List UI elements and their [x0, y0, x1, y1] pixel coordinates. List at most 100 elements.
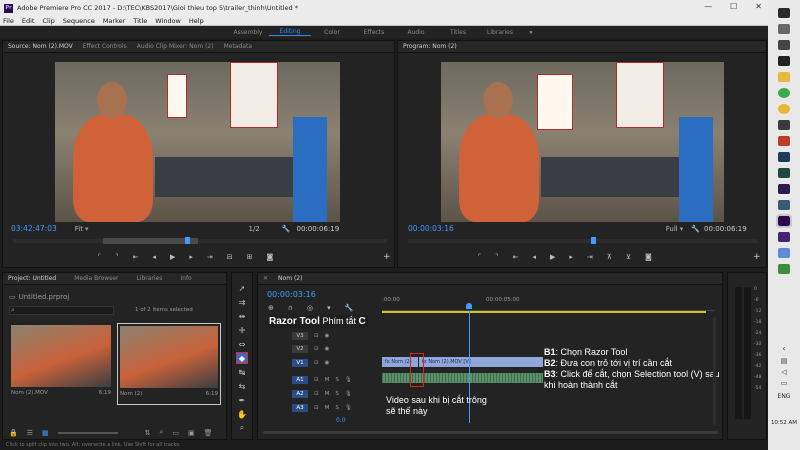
workspace-audio[interactable]: Audio: [395, 29, 437, 36]
battery-icon[interactable]: ▭: [781, 379, 788, 387]
source-fit-select[interactable]: Fit: [75, 225, 83, 233]
new-item-icon[interactable]: ▣: [188, 429, 195, 437]
playhead-icon[interactable]: [466, 303, 472, 309]
ripple-edit-tool-icon[interactable]: ⇹: [237, 311, 247, 321]
sync-lock-icon[interactable]: ⊡: [314, 360, 319, 366]
go-to-in-icon[interactable]: ⇤: [513, 253, 519, 261]
solo-icon[interactable]: S: [335, 391, 339, 397]
menu-marker[interactable]: Marker: [103, 17, 125, 25]
source-video-frame[interactable]: [55, 62, 340, 222]
workspace-titles[interactable]: Titles: [437, 29, 479, 36]
add-button[interactable]: +: [753, 252, 761, 262]
sync-lock-icon[interactable]: ⊡: [314, 405, 319, 411]
project-item-selected[interactable]: Nom (2) 6:19: [117, 323, 221, 405]
mic-icon[interactable]: 🎙: [345, 405, 352, 411]
slip-tool-icon[interactable]: ↹: [237, 367, 247, 377]
track-label[interactable]: V1: [292, 358, 308, 367]
track-label[interactable]: A2: [292, 389, 308, 398]
tab-audio-clip-mixer[interactable]: Audio Clip Mixer: Nom (2): [137, 43, 214, 50]
sync-lock-icon[interactable]: ⊡: [314, 377, 319, 383]
trash-icon[interactable]: 🗑: [204, 429, 213, 437]
menu-file[interactable]: File: [3, 17, 14, 25]
add-button[interactable]: +: [383, 252, 391, 262]
overwrite-icon[interactable]: ⊞: [247, 253, 253, 261]
playhead-icon[interactable]: [185, 237, 190, 244]
maximize-button[interactable]: ☐: [730, 2, 737, 11]
work-area-bar[interactable]: [382, 311, 706, 313]
razor-tool-icon[interactable]: ◆: [236, 352, 248, 364]
app-icon[interactable]: [778, 120, 790, 130]
vertical-scrollbar[interactable]: [713, 317, 716, 425]
tab-info[interactable]: Info: [180, 275, 191, 282]
play-icon[interactable]: ▶: [170, 253, 175, 261]
sync-lock-icon[interactable]: ⊡: [314, 346, 319, 352]
track-select-tool-icon[interactable]: ⇉: [237, 297, 247, 307]
chrome-icon[interactable]: [778, 88, 790, 98]
workspace-more-button[interactable]: »: [521, 29, 541, 36]
tab-media-browser[interactable]: Media Browser: [74, 275, 118, 282]
track-label[interactable]: A1: [292, 375, 308, 384]
video-clip-right[interactable]: fx Nom (2).MOV [V]: [419, 357, 543, 367]
wrench-icon[interactable]: 🔧: [282, 225, 291, 233]
mark-out-icon[interactable]: ⌝: [115, 253, 118, 261]
store-icon[interactable]: [778, 56, 790, 66]
file-explorer-icon[interactable]: [778, 72, 790, 82]
add-marker-icon[interactable]: ▾: [327, 304, 331, 312]
volume-icon[interactable]: ◁: [781, 368, 786, 376]
search-icon[interactable]: [778, 24, 790, 34]
source-timecode[interactable]: 03:42:47:03: [11, 224, 57, 233]
eye-icon[interactable]: ◉: [325, 346, 330, 352]
snap-icon[interactable]: ∩: [288, 304, 293, 312]
app-icon[interactable]: [778, 200, 790, 210]
mute-icon[interactable]: M: [325, 405, 330, 411]
app-icon[interactable]: [778, 264, 790, 274]
source-ratio-select[interactable]: 1/2: [249, 225, 260, 233]
menu-edit[interactable]: Edit: [22, 17, 35, 25]
list-view-icon[interactable]: ☰: [27, 429, 33, 437]
master-mix-value[interactable]: 0.0: [336, 417, 346, 424]
eye-icon[interactable]: ◉: [325, 333, 330, 339]
sync-lock-icon[interactable]: ⊡: [314, 391, 319, 397]
program-video-frame[interactable]: [441, 62, 724, 222]
lift-icon[interactable]: ⊼: [607, 253, 612, 261]
linked-selection-icon[interactable]: ◎: [307, 304, 313, 312]
audio-clip[interactable]: [382, 373, 543, 383]
lock-icon[interactable]: 🔒: [9, 429, 18, 437]
tab-libraries[interactable]: Libraries: [136, 275, 162, 282]
menu-window[interactable]: Window: [155, 17, 181, 25]
source-scrubber[interactable]: [13, 237, 387, 244]
program-scrubber[interactable]: [408, 237, 758, 244]
solo-icon[interactable]: S: [335, 377, 339, 383]
task-view-icon[interactable]: [778, 40, 790, 50]
tab-effect-controls[interactable]: Effect Controls: [83, 43, 127, 50]
premiere-icon[interactable]: [776, 214, 792, 228]
track-label[interactable]: V2: [292, 344, 308, 353]
sync-lock-icon[interactable]: ⊡: [314, 333, 319, 339]
project-search-input[interactable]: [9, 306, 114, 315]
step-back-icon[interactable]: ◂: [532, 253, 536, 261]
tab-sequence[interactable]: Nom (2): [278, 275, 302, 282]
pen-tool-icon[interactable]: ✒: [237, 395, 247, 405]
close-button[interactable]: ✕: [755, 2, 762, 11]
timeline-scrollbar[interactable]: [263, 431, 718, 434]
app-icon[interactable]: [778, 136, 790, 146]
rolling-edit-tool-icon[interactable]: ✛: [237, 325, 247, 335]
minimize-button[interactable]: —: [704, 2, 712, 11]
menu-clip[interactable]: Clip: [42, 17, 54, 25]
mark-in-icon[interactable]: ⌜: [478, 253, 481, 261]
tab-metadata[interactable]: Metadata: [224, 43, 252, 50]
language-indicator[interactable]: ENG: [778, 393, 791, 400]
after-effects-icon[interactable]: [778, 184, 790, 194]
go-to-in-icon[interactable]: ⇤: [133, 253, 139, 261]
zoom-tool-icon[interactable]: ⌕: [237, 423, 247, 433]
workspace-editing[interactable]: Editing: [269, 28, 311, 36]
selection-tool-icon[interactable]: ➚: [237, 283, 247, 293]
mic-icon[interactable]: 🎙: [345, 377, 352, 383]
solo-icon[interactable]: S: [335, 405, 339, 411]
start-icon[interactable]: [778, 8, 790, 18]
track-label[interactable]: V3: [292, 331, 308, 340]
wrench-icon[interactable]: 🔧: [345, 304, 354, 312]
tab-program[interactable]: Program: Nom (2): [403, 43, 457, 50]
chevron-up-icon[interactable]: ‹: [782, 344, 785, 353]
workspace-libraries[interactable]: Libraries: [479, 29, 521, 36]
